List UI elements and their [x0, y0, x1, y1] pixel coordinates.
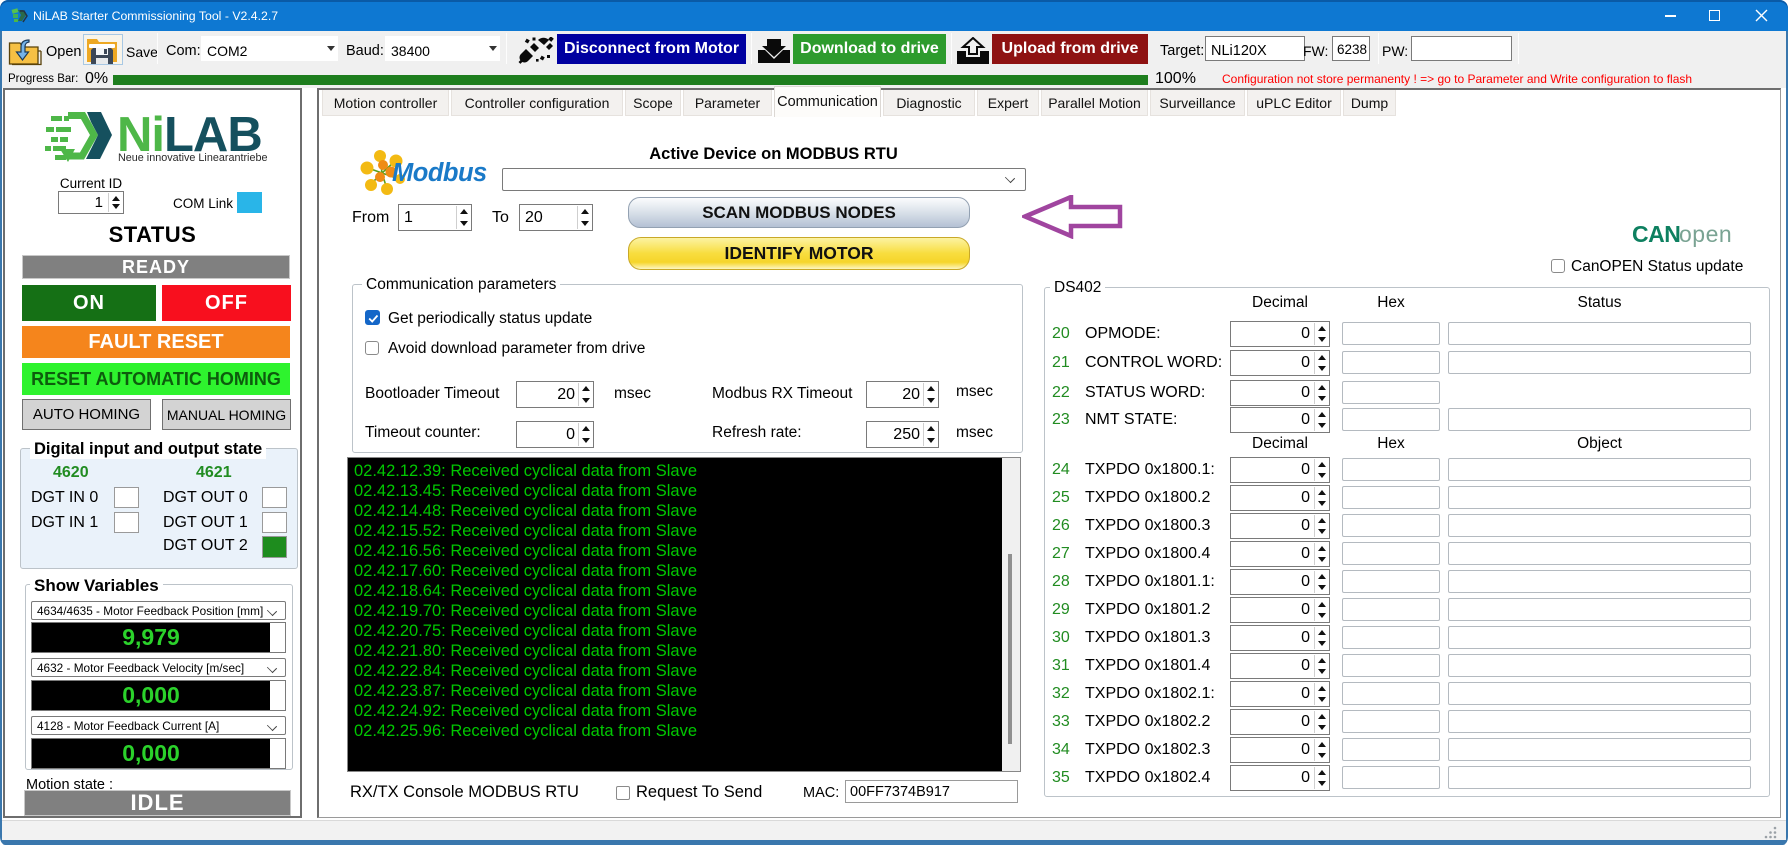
svg-text:Modbus: Modbus	[392, 159, 487, 187]
svg-text:CAN: CAN	[1632, 222, 1680, 247]
svg-text:open: open	[1679, 222, 1732, 247]
svg-text:Neue innovative Linearantriebe: Neue innovative Linearantriebe	[118, 152, 267, 164]
